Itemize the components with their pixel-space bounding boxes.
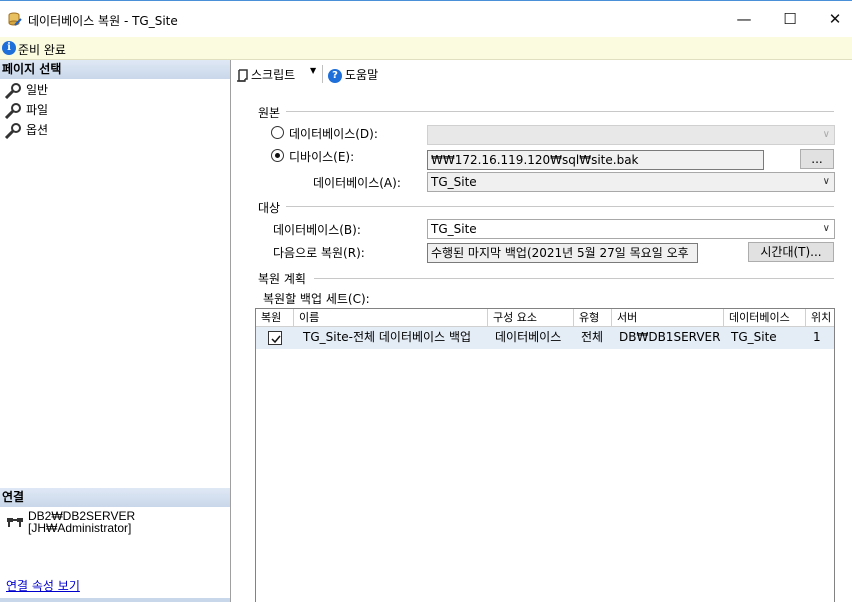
destination-group-line <box>286 206 834 207</box>
page-item-label: 옵션 <box>26 123 49 137</box>
script-label: 스크립트 <box>251 68 296 82</box>
info-icon: i <box>2 41 16 55</box>
close-button[interactable]: ✕ <box>813 5 852 33</box>
page-item-label: 일반 <box>26 83 49 97</box>
wrench-icon <box>4 102 21 119</box>
cell-server: DB₩DB1SERVER <box>619 330 721 344</box>
wrench-icon <box>4 122 21 139</box>
cell-component: 데이터베이스 <box>495 330 562 344</box>
backup-sets-grid: 복원 이름 구성 요소 유형 서버 데이터베이스 위치 TG_Site-전체 데… <box>255 308 835 602</box>
cell-position: 1 <box>813 330 821 344</box>
cell-type: 전체 <box>581 330 604 344</box>
table-row[interactable]: TG_Site-전체 데이터베이스 백업 데이터베이스 전체 DB₩DB1SER… <box>256 327 834 349</box>
destination-database-label: 데이터베이스(B): <box>273 223 361 237</box>
help-label: 도움말 <box>345 68 379 82</box>
progress-header <box>0 598 230 602</box>
source-database-radio-label: 데이터베이스(D): <box>289 127 378 141</box>
restore-plan-group-line <box>314 278 834 279</box>
database-restore-icon <box>8 12 22 26</box>
help-icon: ? <box>328 68 342 83</box>
source-database-label: 데이터베이스(A): <box>313 176 401 190</box>
grid-header: 복원 이름 구성 요소 유형 서버 데이터베이스 위치 <box>256 309 834 327</box>
source-group-line <box>286 111 834 112</box>
device-path-field[interactable]: ₩₩172.16.119.120₩sql₩site.bak <box>427 150 764 170</box>
connection-info: DB2₩DB2SERVER [JH₩Administrator] <box>28 510 135 534</box>
source-device-radio[interactable] <box>271 149 284 162</box>
status-bar: i 준비 완료 <box>0 37 852 60</box>
connection-header: 연결 <box>0 488 230 507</box>
page-item-files[interactable]: 파일 <box>4 100 48 120</box>
destination-database-value: TG_Site <box>431 222 477 236</box>
destination-database-select[interactable]: TG_Site ∨ <box>427 219 835 239</box>
cell-database: TG_Site <box>731 330 777 344</box>
destination-group-label: 대상 <box>258 199 281 216</box>
source-device-radio-label: 디바이스(E): <box>289 150 355 164</box>
toolbar: 스크립트 ▼ ? 도움말 <box>232 60 852 88</box>
page-item-general[interactable]: 일반 <box>4 80 48 100</box>
source-database-combo[interactable]: ∨ <box>427 125 835 145</box>
restore-to-field[interactable]: 수행된 마지막 백업(2021년 5월 27일 목요일 오후 <box>427 243 698 263</box>
script-dropdown-icon[interactable]: ▼ <box>310 66 316 75</box>
maximize-button[interactable]: ☐ <box>768 5 812 33</box>
view-connection-properties-link[interactable]: 연결 속성 보기 <box>6 577 80 594</box>
chevron-down-icon: ∨ <box>822 129 830 140</box>
title-bar: 데이터베이스 복원 - TG_Site — ☐ ✕ <box>0 1 852 37</box>
column-header-component[interactable]: 구성 요소 <box>488 309 574 327</box>
restore-checkbox[interactable] <box>268 331 282 345</box>
column-header-database[interactable]: 데이터베이스 <box>724 309 806 327</box>
checkmark-icon <box>271 335 281 344</box>
help-button[interactable]: ? 도움말 <box>328 66 378 83</box>
source-group-label: 원본 <box>258 104 281 121</box>
cell-name: TG_Site-전체 데이터베이스 백업 <box>303 330 472 344</box>
status-text: 준비 완료 <box>18 43 66 57</box>
column-header-type[interactable]: 유형 <box>574 309 612 327</box>
restore-plan-group-label: 복원 계획 <box>258 270 306 287</box>
column-header-position[interactable]: 위치 <box>806 309 834 327</box>
column-header-name[interactable]: 이름 <box>294 309 488 327</box>
browse-button[interactable]: ... <box>800 149 834 169</box>
source-database-value: TG_Site <box>431 175 477 189</box>
chevron-down-icon: ∨ <box>822 223 830 234</box>
page-select-header: 페이지 선택 <box>0 60 230 79</box>
restore-to-label: 다음으로 복원(R): <box>273 246 365 260</box>
source-database-select[interactable]: TG_Site ∨ <box>427 172 835 192</box>
connection-user: [JH₩Administrator] <box>28 521 132 535</box>
toolbar-separator <box>322 65 323 83</box>
restore-database-window: 데이터베이스 복원 - TG_Site — ☐ ✕ i 준비 완료 페이지 선택… <box>0 0 852 602</box>
source-database-radio[interactable] <box>271 126 284 139</box>
window-title: 데이터베이스 복원 - TG_Site <box>28 14 178 28</box>
minimize-button[interactable]: — <box>722 5 766 33</box>
timeline-button[interactable]: 시간대(T)... <box>748 242 834 262</box>
connection-icon <box>7 518 23 527</box>
column-header-restore[interactable]: 복원 <box>256 309 294 327</box>
script-button[interactable]: 스크립트 <box>236 66 295 83</box>
page-item-label: 파일 <box>26 103 49 117</box>
script-icon <box>237 68 248 82</box>
wrench-icon <box>4 82 21 99</box>
left-panel: 페이지 선택 일반 파일 옵션 연결 DB2₩DB2SERVER [JH₩Adm… <box>0 60 231 602</box>
chevron-down-icon: ∨ <box>822 176 830 187</box>
backup-sets-label: 복원할 백업 세트(C): <box>263 292 370 306</box>
page-item-options[interactable]: 옵션 <box>4 120 48 140</box>
column-header-server[interactable]: 서버 <box>612 309 724 327</box>
